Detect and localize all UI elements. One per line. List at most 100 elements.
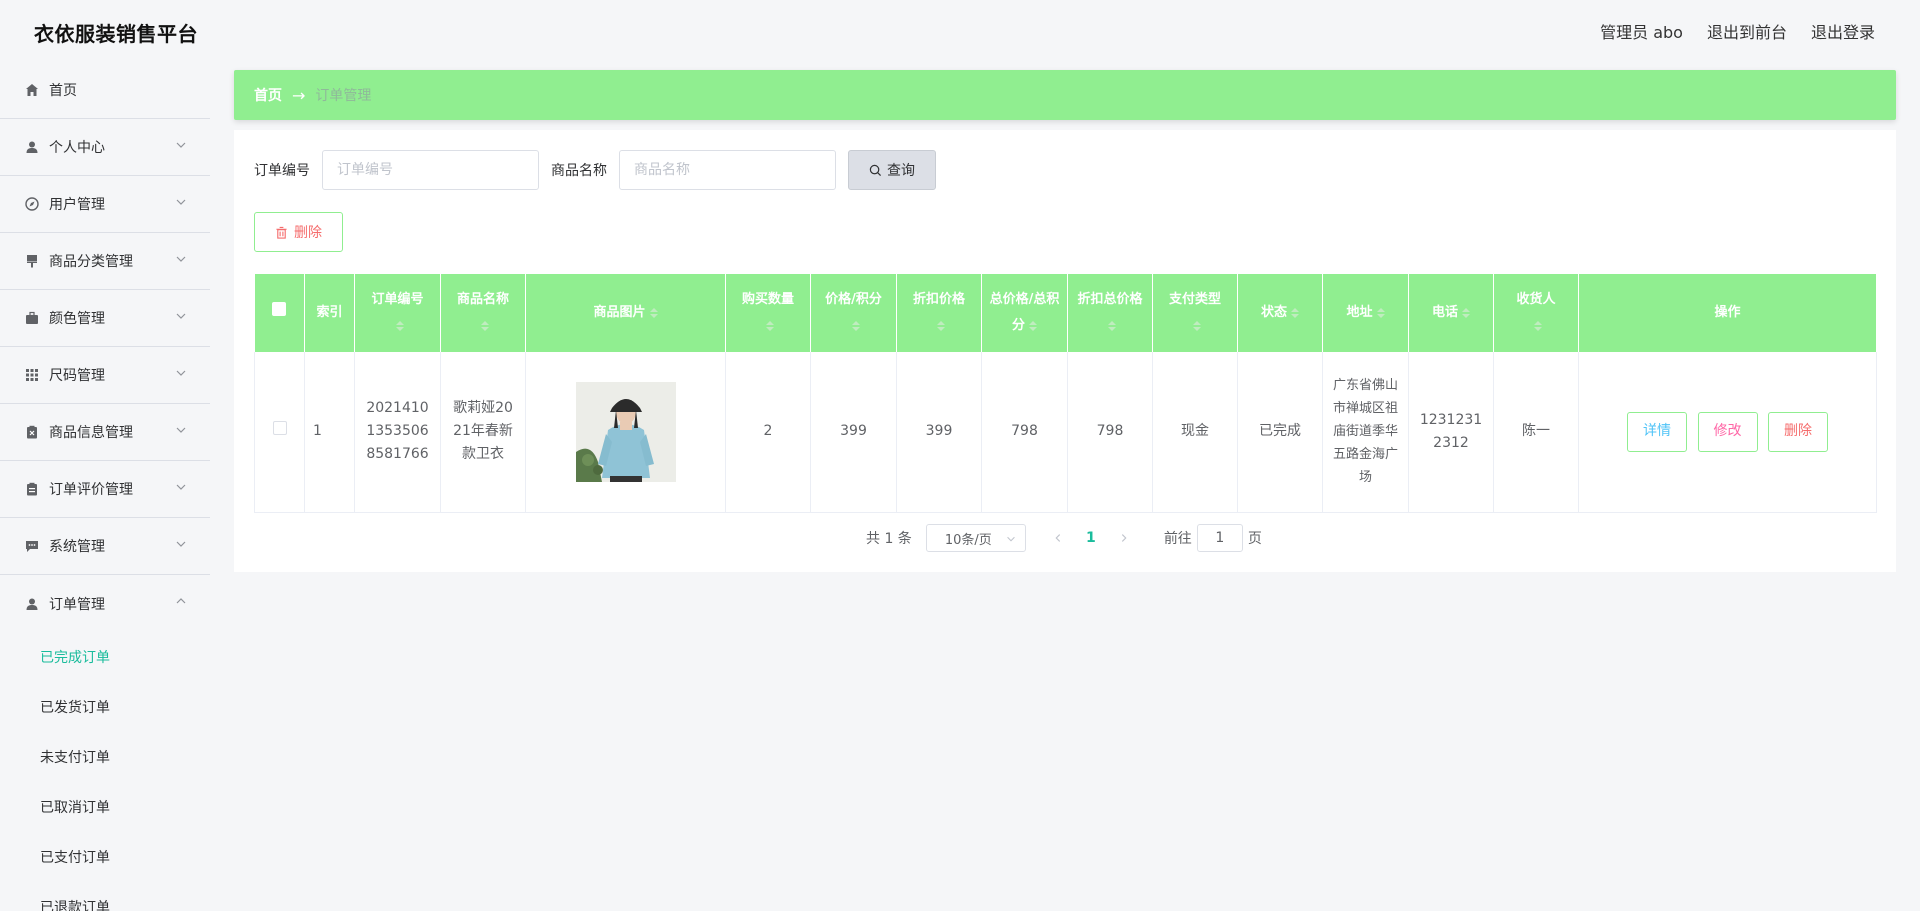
cell-pay-type: 现金 (1152, 352, 1238, 513)
chat-icon (24, 538, 40, 554)
cell-quantity: 2 (725, 352, 811, 513)
search-icon (869, 164, 882, 176)
header-status[interactable]: 状态 (1237, 274, 1323, 352)
submenu-completed-orders[interactable]: 已完成订单 (0, 632, 210, 682)
sidebar-item-product-info-management[interactable]: 商品信息管理 (0, 404, 210, 461)
chevron-down-icon (176, 142, 186, 148)
sort-icon[interactable] (649, 307, 658, 318)
sidebar-item-personal-center[interactable]: 个人中心 (0, 119, 210, 176)
header-discount-price[interactable]: 折扣价格 (896, 274, 982, 352)
sort-icon[interactable] (1376, 307, 1385, 318)
sidebar-item-color-management[interactable]: 颜色管理 (0, 290, 210, 347)
sort-icon[interactable] (1534, 320, 1542, 331)
sidebar-item-size-management[interactable]: 尺码管理 (0, 347, 210, 404)
cell-address: 广东省佛山市禅城区祖庙街道季华五路金海广场 (1322, 352, 1409, 513)
chevron-down-icon (176, 256, 186, 262)
row-checkbox[interactable] (272, 421, 287, 436)
order-no-input[interactable] (322, 150, 539, 190)
cell-discount-total: 798 (1067, 352, 1153, 513)
user-icon (24, 139, 40, 155)
sidebar-item-label: 个人中心 (49, 140, 105, 156)
main-content: 首页 → 订单管理 订单编号 商品名称 查询 删除 索引 (234, 70, 1896, 572)
sidebar-item-label: 订单管理 (49, 596, 105, 613)
product-name-input[interactable] (619, 150, 836, 190)
sidebar-item-label: 颜色管理 (49, 311, 105, 327)
table-row: 1 20214101353506 8581766 歌莉娅2021年春新款卫衣 2… (254, 352, 1877, 513)
sidebar-item-category-management[interactable]: 商品分类管理 (0, 233, 210, 290)
header-quantity[interactable]: 购买数量 (725, 274, 811, 352)
page-number-current[interactable]: 1 (1072, 530, 1110, 546)
sidebar-item-order-management[interactable]: 订单管理 (0, 575, 210, 632)
chevron-down-icon (176, 541, 186, 547)
prev-page-button[interactable] (1044, 524, 1072, 552)
cell-index: 1 (304, 352, 355, 513)
sort-icon[interactable] (481, 320, 489, 331)
header-pay-type[interactable]: 支付类型 (1152, 274, 1238, 352)
sidebar-item-user-management[interactable]: 用户管理 (0, 176, 210, 233)
batch-delete-button[interactable]: 删除 (254, 212, 343, 252)
row-select-cell[interactable] (254, 352, 305, 513)
admin-label: 管理员 abo (1600, 23, 1683, 42)
page-size-select[interactable]: 10条/页 (925, 524, 1026, 552)
select-all-checkbox[interactable] (272, 302, 287, 316)
brush-icon (24, 253, 40, 269)
goto-page-input[interactable] (1196, 524, 1243, 552)
sidebar-item-label: 系统管理 (49, 539, 105, 555)
sidebar-item-home[interactable]: 首页 (0, 62, 210, 119)
header-address[interactable]: 地址 (1322, 274, 1409, 352)
cell-price: 399 (810, 352, 897, 513)
product-thumbnail (575, 381, 676, 482)
submenu-cancelled-orders[interactable]: 已取消订单 (0, 782, 210, 832)
detail-button[interactable]: 详情 (1627, 411, 1688, 452)
header-total-price[interactable]: 总价格/总积分 (981, 274, 1068, 352)
submenu-refunded-orders[interactable]: 已退款订单 (0, 882, 210, 911)
cell-operations: 详情 修改 删除 (1578, 352, 1877, 513)
logout-link[interactable]: 退出登录 (1811, 19, 1875, 43)
order-table: 索引 订单编号 商品名称 商品图片 购买数量 价格/积分 折扣价格 总价格/总积… (254, 274, 1877, 513)
top-nav: 管理员 abo 退出到前台 退出登录 (1600, 19, 1875, 43)
sort-icon[interactable] (851, 320, 860, 331)
header-discount-total[interactable]: 折扣总价格 (1067, 274, 1153, 352)
breadcrumb-home[interactable]: 首页 (254, 85, 282, 105)
cell-total-price: 798 (981, 352, 1068, 513)
sidebar-item-system-management[interactable]: 系统管理 (0, 518, 210, 575)
header-product-name[interactable]: 商品名称 (440, 274, 526, 352)
chevron-down-icon (176, 199, 186, 205)
header-operations: 操作 (1578, 274, 1877, 352)
sidebar-item-label: 订单评价管理 (49, 482, 133, 498)
header-order-no[interactable]: 订单编号 (354, 274, 441, 352)
sort-icon[interactable] (1291, 307, 1299, 318)
exit-to-front-link[interactable]: 退出到前台 (1707, 19, 1787, 43)
sort-icon[interactable] (1029, 320, 1037, 331)
sort-icon[interactable] (766, 320, 774, 331)
cell-product-name: 歌莉娅2021年春新款卫衣 (440, 352, 526, 513)
sidebar-item-order-review-management[interactable]: 订单评价管理 (0, 461, 210, 518)
cell-receiver: 陈一 (1493, 352, 1579, 513)
query-button[interactable]: 查询 (848, 150, 936, 190)
delete-button[interactable]: 删除 (1767, 411, 1828, 452)
submenu-paid-orders[interactable]: 已支付订单 (0, 832, 210, 882)
submenu-unpaid-orders[interactable]: 未支付订单 (0, 732, 210, 782)
header-receiver[interactable]: 收货人 (1493, 274, 1579, 352)
trash-icon (276, 226, 287, 239)
header-phone[interactable]: 电话 (1408, 274, 1494, 352)
sort-icon[interactable] (937, 320, 945, 331)
brand-title: 衣依服装销售平台 (34, 22, 198, 46)
header-select-all[interactable] (254, 274, 305, 352)
header-price[interactable]: 价格/积分 (810, 274, 897, 352)
submenu-shipped-orders[interactable]: 已发货订单 (0, 682, 210, 732)
sort-icon[interactable] (395, 320, 404, 331)
breadcrumb-current: 订单管理 (315, 88, 372, 104)
edit-button[interactable]: 修改 (1697, 411, 1758, 452)
breadcrumb: 首页 → 订单管理 (234, 70, 1896, 120)
next-page-button[interactable] (1110, 524, 1138, 552)
order-submenu: 已完成订单 已发货订单 未支付订单 已取消订单 已支付订单 已退款订单 (0, 632, 210, 911)
cell-discount-price: 399 (896, 352, 982, 513)
chevron-left-icon (1055, 534, 1060, 542)
header-product-image[interactable]: 商品图片 (525, 274, 726, 352)
chevron-down-icon (176, 484, 186, 490)
chevron-down-icon (176, 427, 186, 433)
sort-icon[interactable] (1108, 320, 1116, 331)
sort-icon[interactable] (1462, 307, 1470, 318)
sort-icon[interactable] (1193, 320, 1201, 331)
